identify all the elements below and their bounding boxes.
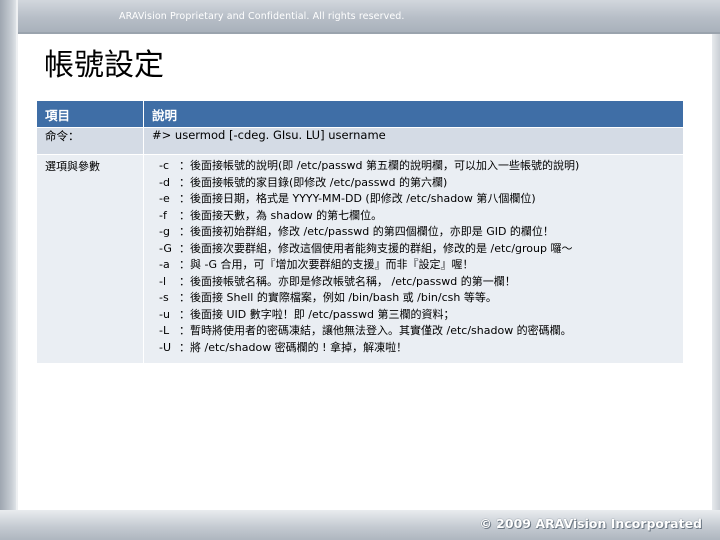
option-flag: -d (159, 175, 170, 189)
option-text: ：暫時將使用者的密碼凍結，讓他無法登入。其實僅改 /etc/shadow 的密碼… (179, 324, 572, 337)
option-text: ：後面接初始群組，修改 /etc/passwd 的第四個欄位，亦即是 GID 的… (179, 225, 554, 238)
right-decorative-band (712, 34, 720, 514)
option-flag: -L (159, 324, 170, 337)
column-header-item: 項目 (36, 100, 144, 128)
option-flag: -G (159, 241, 172, 255)
copyright-text: © 2009 ARAVision Incorporated (479, 516, 702, 531)
footer-bar: © 2009 ARAVision Incorporated (0, 510, 720, 540)
option-line: -a ：與 -G 合用，可『增加次要群組的支援』而非『設定』喔！ (152, 257, 675, 274)
option-line: -G ：後面接次要群組，修改這個使用者能夠支援的群組，修改的是 /etc/grou… (152, 241, 675, 258)
header-bar: ARAVision Proprietary and Confidential. … (0, 0, 720, 32)
slide: ARAVision Proprietary and Confidential. … (0, 0, 720, 540)
header-divider (0, 32, 720, 34)
option-text: ：與 -G 合用，可『增加次要群組的支援』而非『設定』喔！ (179, 258, 474, 271)
usermod-table: 項目 說明 命令： #> usermod [-cdeg. GIsu. LU] u… (36, 100, 684, 364)
left-decorative-band (0, 0, 16, 540)
option-flag: -u (159, 307, 170, 321)
table-header-row: 項目 說明 (36, 100, 684, 128)
command-label: 命令： (36, 127, 144, 155)
option-flag: -l (159, 274, 167, 288)
option-flag: -U (159, 340, 172, 354)
option-line: -u ：後面接 UID 數字啦！即 /etc/passwd 第三欄的資料； (152, 307, 675, 324)
option-flag: -a (159, 258, 170, 271)
option-line: -U ：將 /etc/shadow 密碼欄的 ! 拿掉，解凍啦！ (152, 340, 675, 357)
option-text: ：後面接日期，格式是 YYYY-MM-DD (即修改 /etc/shadow 第… (179, 192, 536, 205)
option-flag: -f (159, 208, 167, 222)
option-line: -e ：後面接日期，格式是 YYYY-MM-DD (即修改 /etc/shadow… (152, 191, 675, 208)
option-line: -c ：後面接帳號的說明(即 /etc/passwd 第五欄的說明欄，可以加入一些… (152, 158, 675, 175)
option-text: ：後面接天數，為 shadow 的第七欄位。 (179, 208, 383, 222)
option-flag: -c (159, 159, 170, 172)
option-text: ：將 /etc/shadow 密碼欄的 ! 拿掉，解凍啦！ (179, 340, 408, 354)
option-text: ：後面接帳號的說明(即 /etc/passwd 第五欄的說明欄，可以加入一些帳號… (179, 159, 580, 172)
confidential-notice: ARAVision Proprietary and Confidential. … (119, 11, 405, 22)
option-flag: -g (159, 225, 170, 238)
column-header-description: 說明 (143, 100, 684, 128)
option-text: ：後面接 UID 數字啦！即 /etc/passwd 第三欄的資料； (179, 307, 455, 321)
left-accent-line (16, 0, 18, 540)
slide-title: 帳號設定 (44, 48, 164, 83)
table-row-command: 命令： #> usermod [-cdeg. GIsu. LU] usernam… (36, 127, 684, 155)
option-flag: -s (159, 291, 169, 304)
option-line: -f ：後面接天數，為 shadow 的第七欄位。 (152, 208, 675, 225)
options-list: -c ：後面接帳號的說明(即 /etc/passwd 第五欄的說明欄，可以加入一些… (143, 154, 684, 364)
option-text: ：後面接次要群組，修改這個使用者能夠支援的群組，修改的是 /etc/group … (179, 241, 573, 255)
option-line: -L ：暫時將使用者的密碼凍結，讓他無法登入。其實僅改 /etc/shadow 的… (152, 323, 675, 340)
options-label: 選項與參數 (36, 154, 144, 364)
option-text: ：後面接帳號名稱。亦即是修改帳號名稱， /etc/passwd 的第一欄！ (179, 274, 516, 288)
option-line: -l ：後面接帳號名稱。亦即是修改帳號名稱， /etc/passwd 的第一欄！ (152, 274, 675, 291)
option-flag: -e (159, 192, 170, 205)
table-row-options: 選項與參數 -c ：後面接帳號的說明(即 /etc/passwd 第五欄的說明欄，… (36, 154, 684, 364)
option-text: ：後面接 Shell 的實際檔案，例如 /bin/bash 或 /bin/csh… (179, 291, 497, 304)
option-line: -s ：後面接 Shell 的實際檔案，例如 /bin/bash 或 /bin/c… (152, 290, 675, 307)
option-line: -g ：後面接初始群組，修改 /etc/passwd 的第四個欄位，亦即是 GID… (152, 224, 675, 241)
command-syntax: #> usermod [-cdeg. GIsu. LU] username (143, 127, 684, 155)
option-text: ：後面接帳號的家目錄(即修改 /etc/passwd 的第六欄) (179, 175, 448, 189)
option-line: -d ：後面接帳號的家目錄(即修改 /etc/passwd 的第六欄) (152, 175, 675, 192)
